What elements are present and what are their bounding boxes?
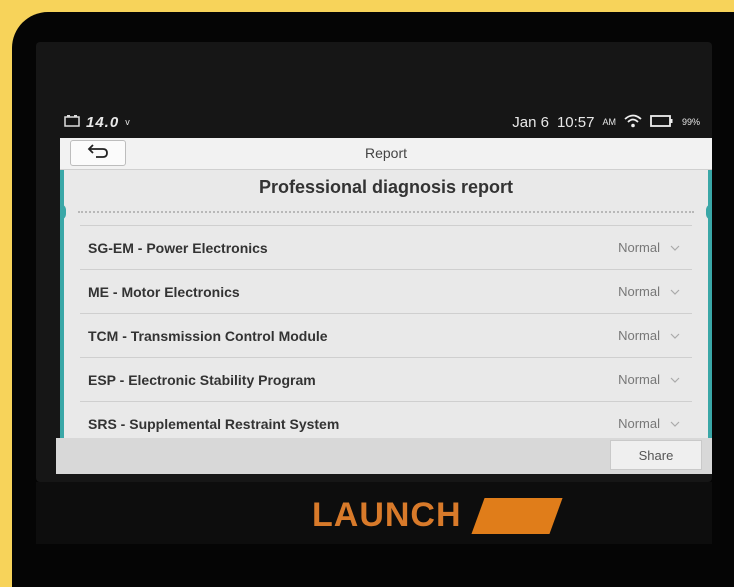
status-time: 10:57 — [556, 113, 595, 131]
row-status: Normal — [618, 372, 660, 387]
report-row[interactable]: SG-EM - Power Electronics Normal — [80, 225, 692, 269]
chevron-down-icon[interactable] — [670, 377, 684, 383]
dotted-divider — [78, 211, 694, 213]
row-label: ESP - Electronic Stability Program — [88, 371, 316, 388]
row-label: SRS - Supplemental Restraint System — [88, 415, 340, 432]
status-left: 14.0 v — [64, 114, 130, 131]
chevron-down-icon[interactable] — [670, 245, 684, 251]
chevron-down-icon[interactable] — [670, 333, 684, 339]
footer-bar: Share — [56, 438, 712, 474]
panel-notch-right — [706, 204, 708, 220]
brand-accent-shape — [471, 498, 563, 534]
panel-notch-left — [64, 204, 66, 220]
report-list: SG-EM - Power Electronics Normal ME - Mo… — [80, 225, 692, 438]
battery-percent: 99% — [681, 117, 700, 127]
status-bar: 14.0 v Jan 6 10:57 AM 99% — [60, 106, 710, 138]
row-status: Normal — [618, 328, 660, 343]
share-button[interactable]: Share — [610, 440, 702, 470]
app-header: Report — [60, 138, 712, 170]
row-status: Normal — [618, 240, 660, 255]
page-title: Report — [364, 145, 408, 161]
status-right: Jan 6 10:57 AM 99% — [512, 114, 700, 131]
status-time-suffix: AM — [602, 117, 616, 127]
row-status: Normal — [618, 416, 660, 431]
report-row[interactable]: TCM - Transmission Control Module Normal — [80, 313, 692, 357]
voltage-unit: v — [125, 117, 130, 127]
report-title: Professional diagnosis report — [258, 177, 514, 197]
chevron-down-icon[interactable] — [670, 421, 684, 427]
report-row[interactable]: ESP - Electronic Stability Program Norma… — [80, 357, 692, 401]
report-row[interactable]: ME - Motor Electronics Normal — [80, 269, 692, 313]
row-label: ME - Motor Electronics — [88, 283, 240, 300]
brand-logo: LAUNCH — [312, 496, 462, 534]
battery-voltage-icon — [64, 114, 80, 130]
row-status: Normal — [618, 284, 660, 299]
wifi-icon — [624, 114, 642, 131]
battery-icon — [650, 114, 674, 131]
row-label: SG-EM - Power Electronics — [88, 239, 268, 256]
chevron-down-icon[interactable] — [670, 289, 684, 295]
report-row[interactable]: SRS - Supplemental Restraint System Norm… — [80, 401, 692, 438]
status-date: Jan 6 — [512, 113, 549, 131]
report-panel: Professional diagnosis report SG-EM - Po… — [60, 170, 712, 438]
voltage-value: 14.0 — [86, 113, 120, 131]
row-label: TCM - Transmission Control Module — [88, 327, 328, 344]
